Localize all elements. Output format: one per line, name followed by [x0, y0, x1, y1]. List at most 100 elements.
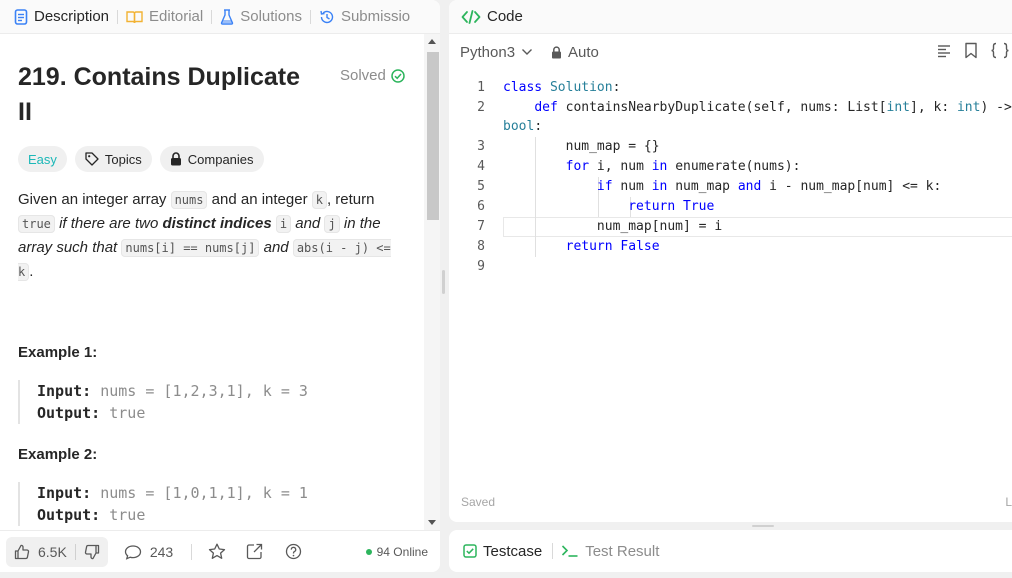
tab-divider: [211, 9, 213, 24]
example-2-block: Input: nums = [1,0,1,1], k = 1 Output: t…: [18, 482, 398, 526]
desc-text: , return: [326, 191, 375, 208]
example-1-block: Input: nums = [1,2,3,1], k = 3 Output: t…: [18, 380, 398, 424]
solved-label: Solved: [340, 67, 386, 84]
code-panel-title: Code: [487, 8, 523, 25]
tab-testcase[interactable]: Testcase: [463, 543, 542, 560]
tab-label: Editorial: [149, 8, 204, 25]
bookmark-icon[interactable]: [964, 42, 978, 59]
auto-mode-toggle[interactable]: Auto: [551, 44, 599, 61]
scrollbar-thumb[interactable]: [427, 52, 439, 220]
inline-code: k: [311, 191, 327, 209]
tab-divider: [309, 9, 311, 24]
companies-chip[interactable]: Companies: [159, 146, 264, 172]
line-number: 7: [477, 219, 485, 234]
tab-submissions[interactable]: Submissio: [319, 0, 411, 33]
inline-code: nums[i] == nums[j]: [121, 239, 260, 257]
example-2-title: Example 2:: [18, 446, 98, 463]
cursor-position: L: [1005, 495, 1012, 509]
vertical-resize-handle[interactable]: [752, 525, 774, 527]
input-label: Input:: [37, 382, 92, 400]
example-1-title: Example 1:: [18, 344, 98, 361]
history-icon: [319, 9, 335, 25]
topics-chip[interactable]: Topics: [74, 146, 152, 172]
save-status: Saved: [461, 495, 496, 509]
bar-divider: [191, 543, 193, 560]
problem-description: Given an integer array nums and an integ…: [18, 188, 403, 284]
braces-icon[interactable]: [990, 42, 1010, 59]
line-number: 6: [477, 199, 485, 214]
code-line: bool:: [503, 119, 543, 134]
desc-text: if there are two: [54, 215, 163, 232]
code-panel-header: Code: [449, 0, 1012, 34]
panel-resize-handle[interactable]: [442, 270, 445, 294]
tab-description[interactable]: Description: [14, 0, 110, 33]
thumbs-up-icon: [14, 544, 30, 560]
comments-button[interactable]: 243: [124, 544, 173, 560]
code-line: if num in num_map and i - num_map[num] <…: [596, 179, 942, 194]
description-scroll-area[interactable]: 219. Contains Duplicate II Solved Easy T…: [0, 34, 424, 530]
scroll-up-icon[interactable]: [428, 39, 436, 44]
tab-label: Description: [34, 8, 110, 25]
scroll-down-icon[interactable]: [428, 520, 436, 525]
check-circle-icon: [391, 68, 405, 83]
star-icon[interactable]: [208, 543, 226, 560]
editor-toolbar: Python3 Auto: [449, 34, 1012, 70]
format-align-icon[interactable]: [936, 43, 952, 59]
description-icon: [14, 8, 28, 25]
description-scrollbar[interactable]: [424, 34, 440, 530]
comment-icon: [124, 544, 142, 560]
engagement-bar: 6.5K 243 94 Online: [0, 530, 440, 572]
share-icon[interactable]: [246, 543, 263, 560]
desc-bold: distinct indices: [162, 215, 272, 232]
desc-text: and: [291, 215, 325, 232]
thumbs-down-icon[interactable]: [84, 544, 100, 560]
solved-status: Solved: [340, 67, 405, 84]
code-line: return True: [628, 199, 715, 214]
tag-icon: [85, 152, 99, 166]
code-line: for i, num in enumerate(nums):: [565, 159, 801, 174]
tab-solutions[interactable]: Solutions: [220, 0, 302, 33]
comment-count: 243: [149, 543, 174, 560]
language-select[interactable]: Python3: [460, 44, 533, 61]
code-editor[interactable]: 1 2 3 4 5 6 7 8 9 class Solution: def co…: [449, 78, 1012, 278]
code-line: num_map = {}: [503, 139, 660, 154]
inline-code: true: [18, 215, 55, 233]
example-input: nums = [1,0,1,1], k = 1: [100, 484, 308, 502]
online-count: 94 Online: [376, 544, 428, 559]
line-number: 3: [477, 139, 485, 154]
tab-test-result[interactable]: Test Result: [561, 543, 659, 560]
flask-icon: [220, 8, 234, 25]
code-icon: [461, 9, 481, 24]
online-indicator: 94 Online: [365, 544, 428, 559]
language-label: Python3: [460, 43, 516, 61]
topics-label: Topics: [104, 151, 142, 167]
tag-chips: Easy Topics Companies: [18, 146, 264, 172]
online-dot: [365, 548, 372, 555]
like-button[interactable]: 6.5K: [14, 544, 67, 560]
line-number: 5: [477, 179, 485, 194]
line-number: 2: [477, 100, 485, 115]
inline-code: j: [324, 215, 340, 233]
tab-label: Solutions: [240, 8, 302, 25]
mode-label: Auto: [568, 43, 599, 61]
difficulty-badge: Easy: [18, 146, 67, 172]
lock-icon: [551, 45, 562, 59]
code-line: class Solution:: [503, 80, 621, 95]
example-input: nums = [1,2,3,1], k = 3: [100, 382, 308, 400]
tab-label: Submissio: [340, 8, 411, 25]
desc-text: and: [259, 239, 293, 256]
example-output: true: [109, 404, 146, 422]
output-label: Output:: [37, 506, 101, 524]
problem-title: 219. Contains Duplicate II: [18, 63, 301, 126]
inline-code: i: [275, 215, 292, 233]
problem-tabs: Description Editorial Solutions Submissi…: [0, 0, 440, 34]
help-icon[interactable]: [285, 543, 302, 560]
terminal-icon: [561, 544, 579, 558]
console-panel: Testcase Test Result: [449, 530, 1012, 572]
tab-editorial[interactable]: Editorial: [126, 0, 204, 33]
desc-text: Given an integer array: [18, 191, 171, 208]
code-line: return False: [565, 239, 660, 254]
inline-code: nums: [170, 191, 208, 209]
code-line: num_map[num] = i: [503, 219, 723, 234]
like-dislike-group: 6.5K: [6, 536, 108, 567]
